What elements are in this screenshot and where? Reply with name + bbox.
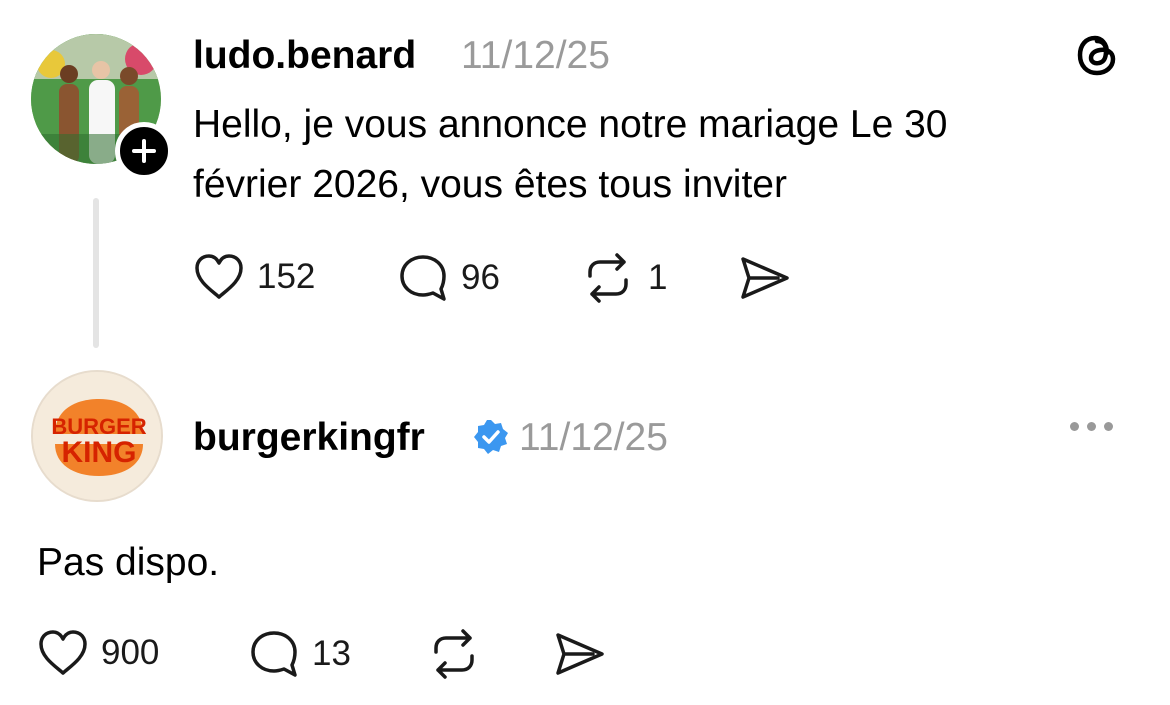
reply-share-button[interactable] xyxy=(553,628,607,680)
plus-icon xyxy=(132,139,156,163)
comment-button[interactable]: 96 xyxy=(397,252,500,304)
reply-timestamp: 11/12/25 xyxy=(519,416,668,459)
reply-repost-button[interactable] xyxy=(426,628,482,680)
repost-count: 1 xyxy=(648,258,668,297)
more-options-button[interactable] xyxy=(1070,422,1113,431)
post-timestamp: 11/12/25 xyxy=(461,34,610,77)
reply-comment-button[interactable]: 13 xyxy=(248,628,351,680)
share-button[interactable] xyxy=(738,252,792,304)
reply-comment-count: 13 xyxy=(312,634,351,673)
send-icon xyxy=(556,633,604,675)
reply-like-count: 900 xyxy=(101,633,160,672)
burgerking-avatar[interactable]: BURGER KING xyxy=(31,370,163,502)
repost-button[interactable]: 1 xyxy=(580,252,667,304)
heart-icon xyxy=(195,254,243,299)
follow-button[interactable] xyxy=(115,122,173,180)
logo-text-bottom: KING xyxy=(62,436,137,469)
like-count: 152 xyxy=(257,257,316,296)
post-text-line-1: Hello, je vous annonce notre mariage Le … xyxy=(193,103,948,146)
reply-author-username[interactable]: burgerkingfr xyxy=(193,416,425,460)
more-horizontal-icon xyxy=(1070,422,1079,431)
repost-icon xyxy=(588,253,628,303)
speech-bubble-icon xyxy=(400,255,446,301)
thread-line xyxy=(93,198,99,348)
reply-like-button[interactable]: 900 xyxy=(37,628,159,678)
reply-text: Pas dispo. xyxy=(37,541,220,584)
post-author-username[interactable]: ludo.benard xyxy=(193,34,416,78)
send-icon xyxy=(741,257,789,299)
burger-king-logo: BURGER KING xyxy=(33,372,161,500)
speech-bubble-icon xyxy=(251,631,297,677)
comment-count: 96 xyxy=(461,258,500,297)
threads-logo-icon[interactable] xyxy=(1073,30,1123,80)
post-text-line-2: février 2026, vous êtes tous inviter xyxy=(193,163,787,206)
repost-icon xyxy=(434,629,474,679)
verified-badge-icon xyxy=(474,420,508,454)
heart-icon xyxy=(39,630,87,675)
like-button[interactable]: 152 xyxy=(193,252,315,302)
